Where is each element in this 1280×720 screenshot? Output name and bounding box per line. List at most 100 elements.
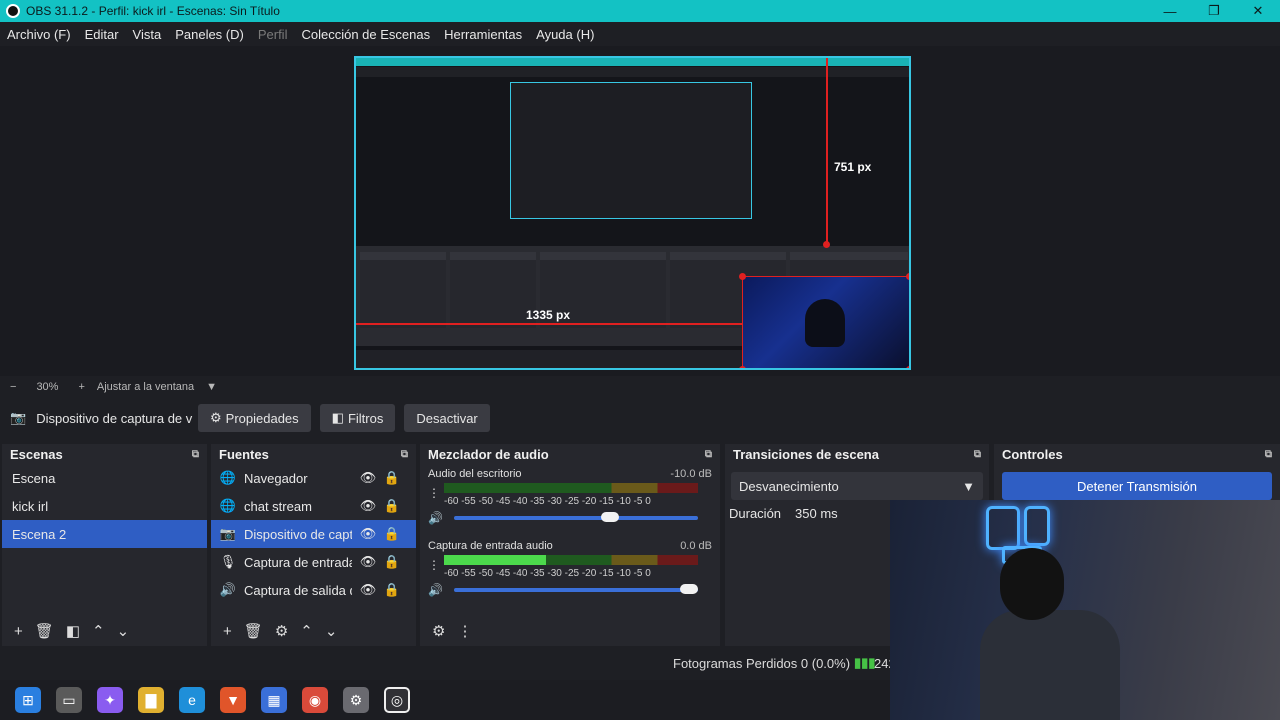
kebab-menu-icon[interactable]: ⋮ <box>457 622 472 640</box>
menu-ayuda[interactable]: Ayuda (H) <box>529 27 601 42</box>
webcam-source[interactable] <box>742 276 909 368</box>
chevron-down-icon[interactable]: ▼ <box>206 381 217 393</box>
undock-icon[interactable]: ⧉ <box>705 449 712 460</box>
menu-archivo[interactable]: Archivo (F) <box>0 27 78 42</box>
edge-icon[interactable]: e <box>179 687 205 713</box>
globe-icon: 🌐 <box>219 498 237 513</box>
resize-handle[interactable] <box>823 241 830 248</box>
controls-title: Controles <box>1002 446 1063 462</box>
lock-icon[interactable]: 🔒 <box>382 582 402 598</box>
zoom-out-button[interactable]: − <box>10 381 16 393</box>
undock-icon[interactable]: ⧉ <box>192 449 199 460</box>
volume-slider[interactable] <box>454 584 698 594</box>
source-item[interactable]: 📷 Dispositivo de capt 👁 🔒 <box>211 520 416 548</box>
chevron-up-icon[interactable]: ⌃ <box>92 622 105 640</box>
title-bar: OBS 31.1.2 - Perfil: kick irl - Escenas:… <box>0 0 1280 22</box>
undock-icon[interactable]: ⧉ <box>974 449 981 460</box>
kebab-menu-icon[interactable]: ⋮ <box>428 486 440 500</box>
menu-herramientas[interactable]: Herramientas <box>437 27 529 42</box>
add-icon[interactable]: + <box>14 623 23 640</box>
volume-slider-knob[interactable] <box>680 584 698 594</box>
menu-coleccion-escenas[interactable]: Colección de Escenas <box>294 27 437 42</box>
speaker-icon[interactable]: 🔊 <box>428 583 443 597</box>
webcam-person <box>805 299 845 347</box>
trash-icon[interactable]: 🗑 <box>35 622 54 640</box>
menu-perfil[interactable]: Perfil <box>251 27 295 42</box>
fit-window-label[interactable]: Ajustar a la ventana <box>97 381 194 393</box>
chrome-icon[interactable]: ◉ <box>302 687 328 713</box>
channel-db: 0.0 dB <box>680 540 712 552</box>
obs-icon[interactable]: ◎ <box>384 687 410 713</box>
resize-handle[interactable] <box>739 273 746 280</box>
deactivate-button[interactable]: Desactivar <box>404 404 490 432</box>
eye-icon[interactable]: 👁 <box>358 526 378 542</box>
windows-start-icon[interactable]: ⊞ <box>15 687 41 713</box>
filter-icon[interactable]: ◧ <box>66 622 80 640</box>
source-item[interactable]: 🎙 Captura de entrada 👁 🔒 <box>211 548 416 576</box>
lock-icon[interactable]: 🔒 <box>382 470 402 486</box>
filters-button[interactable]: ◧ Filtros <box>319 404 396 432</box>
menu-editar[interactable]: Editar <box>78 27 126 42</box>
zoom-in-button[interactable]: + <box>78 381 84 393</box>
speaker-icon[interactable]: 🔊 <box>428 511 443 525</box>
chevron-down-icon[interactable]: ⌄ <box>117 622 130 640</box>
eye-icon[interactable]: 👁 <box>358 554 378 570</box>
volume-slider-knob[interactable] <box>600 512 619 522</box>
task-view-icon[interactable]: ▭ <box>56 687 82 713</box>
scene-item[interactable]: Escena <box>2 464 207 492</box>
stop-stream-button[interactable]: Detener Transmisión <box>1002 472 1272 500</box>
minimize-button[interactable]: — <box>1148 4 1192 19</box>
eye-icon[interactable]: 👁 <box>358 498 378 514</box>
undock-icon[interactable]: ⧉ <box>401 449 408 460</box>
kebab-menu-icon[interactable]: ⋮ <box>428 558 440 572</box>
chevron-down-icon: ▼ <box>962 478 975 494</box>
eye-icon[interactable]: 👁 <box>358 470 378 486</box>
mixer-dock-header: Mezclador de audio ⧉ <box>420 444 720 464</box>
resize-handle[interactable] <box>906 273 909 280</box>
store-icon[interactable]: ▦ <box>261 687 287 713</box>
source-item[interactable]: 🔊 Captura de salida d 👁 🔒 <box>211 576 416 604</box>
maximize-button[interactable]: ❐ <box>1192 3 1236 19</box>
gear-icon[interactable]: ⚙ <box>432 622 445 640</box>
copilot-icon[interactable]: ✦ <box>97 687 123 713</box>
zoom-level: 30% <box>36 381 59 393</box>
transition-select[interactable]: Desvanecimiento ▼ <box>731 472 983 500</box>
lock-icon[interactable]: 🔒 <box>382 498 402 514</box>
menu-paneles[interactable]: Paneles (D) <box>168 27 251 42</box>
lock-icon[interactable]: 🔒 <box>382 526 402 542</box>
resize-handle[interactable] <box>739 366 746 368</box>
controls-dock-header: Controles ⧉ <box>994 444 1280 464</box>
properties-button[interactable]: ⚙ Propiedades <box>198 404 311 432</box>
camera-icon: 📷 <box>10 410 27 425</box>
brave-icon[interactable]: ▼ <box>220 687 246 713</box>
meter-ticks: -60 -55 -50 -45 -40 -35 -30 -25 -20 -15 … <box>444 496 651 507</box>
scene-item[interactable]: Escena 2 <box>2 520 207 548</box>
scene-item[interactable]: kick irl <box>2 492 207 520</box>
preview-canvas[interactable]: 751 px 1335 px <box>354 56 911 370</box>
eye-icon[interactable]: 👁 <box>358 582 378 598</box>
source-item[interactable]: 🌐 chat stream 👁 🔒 <box>211 492 416 520</box>
source-item[interactable]: 🌐 Navegador 👁 🔒 <box>211 464 416 492</box>
menu-vista[interactable]: Vista <box>126 27 169 42</box>
trash-icon[interactable]: 🗑 <box>244 622 263 640</box>
measure-horizontal-label: 1335 px <box>526 308 571 322</box>
chevron-up-icon[interactable]: ⌃ <box>300 622 313 640</box>
close-button[interactable]: ✕ <box>1236 3 1280 19</box>
gear-icon: ⚙ <box>210 410 222 425</box>
add-icon[interactable]: + <box>223 623 232 640</box>
neon-light <box>986 506 1020 550</box>
duration-input[interactable]: 350 ms <box>795 506 838 521</box>
horizontal-guide-line <box>356 323 742 325</box>
settings-icon[interactable]: ⚙ <box>343 687 369 713</box>
volume-slider[interactable] <box>454 512 698 522</box>
source-label: Captura de entrada <box>244 554 352 570</box>
lock-icon[interactable]: 🔒 <box>382 554 402 570</box>
webcam-person-head <box>1000 548 1064 620</box>
gear-icon[interactable]: ⚙ <box>275 622 288 640</box>
resize-handle[interactable] <box>906 366 909 368</box>
undock-icon[interactable]: ⧉ <box>1265 449 1272 460</box>
chevron-down-icon[interactable]: ⌄ <box>325 622 338 640</box>
folder-icon[interactable]: ▇ <box>138 687 164 713</box>
vertical-guide-line <box>826 58 828 246</box>
duration-label: Duración <box>729 506 782 521</box>
